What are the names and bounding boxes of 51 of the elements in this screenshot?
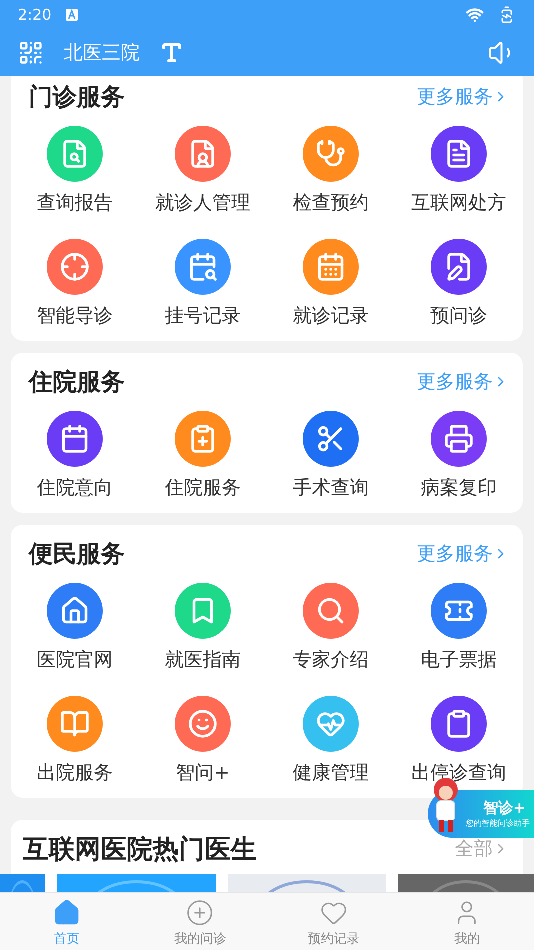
wifi-icon [466, 6, 484, 24]
service-label: 互联网处方 [412, 192, 506, 214]
service-label: 就诊记录 [293, 305, 369, 327]
text-size-icon[interactable] [160, 41, 184, 65]
stethoscope-icon [316, 139, 346, 169]
search-icon [316, 596, 346, 626]
service-label: 病案复印 [421, 477, 497, 499]
status-time: 2:20 [18, 6, 52, 24]
book-icon [60, 709, 90, 739]
service-label: 专家介绍 [293, 649, 369, 671]
all-link[interactable]: 全部 [455, 836, 509, 862]
service-label: 出院服务 [37, 762, 113, 784]
service-label: 电子票据 [421, 649, 497, 671]
service-label: 挂号记录 [165, 305, 241, 327]
service-label: 就医指南 [165, 649, 241, 671]
section-title: 住院服务 [29, 367, 125, 398]
service-label: 医院官网 [37, 649, 113, 671]
service-label: 住院意向 [37, 477, 113, 499]
assistant-title: 智诊+ [483, 799, 527, 818]
house-icon [52, 899, 81, 927]
keyboard-a-icon [66, 9, 78, 21]
plus-icon [186, 899, 214, 927]
crosshair-icon [60, 252, 90, 282]
assistant-subtitle: 您的智能问诊助手 [466, 818, 530, 829]
nav-tab[interactable]: 我的问诊 [134, 893, 267, 950]
more-link[interactable]: 更多服务 [417, 369, 509, 395]
nav-tab[interactable]: 我的 [400, 893, 534, 950]
smiley-icon [188, 709, 218, 739]
service-label: 查询报告 [37, 192, 113, 214]
section-title: 门诊服务 [29, 82, 125, 113]
printer-icon [444, 424, 474, 454]
qr-code-icon[interactable] [18, 40, 44, 66]
service-label: 预问诊 [430, 305, 488, 327]
nav-tab[interactable]: 预约记录 [267, 893, 400, 950]
calendar-search-icon [188, 252, 218, 282]
service-label: 手术查询 [293, 477, 369, 499]
section-title: 便民服务 [29, 539, 125, 570]
calendar-icon [60, 424, 90, 454]
nav-tab[interactable]: 首页 [0, 893, 134, 950]
more-link[interactable]: 更多服务 [417, 541, 509, 567]
service-label: 检查预约 [293, 192, 369, 214]
service-label: 住院服务 [165, 477, 241, 499]
house-icon [60, 596, 90, 626]
section-title: 互联网医院热门医生 [23, 834, 257, 866]
service-label: 健康管理 [293, 762, 369, 784]
service-label: 就诊人管理 [156, 192, 250, 214]
more-link[interactable]: 更多服务 [417, 84, 509, 110]
service-label: 智问+ [176, 762, 230, 784]
hospital-name: 北医三院 [64, 41, 140, 66]
calendar-icon [316, 252, 346, 282]
service-label: 智能导诊 [37, 305, 113, 327]
